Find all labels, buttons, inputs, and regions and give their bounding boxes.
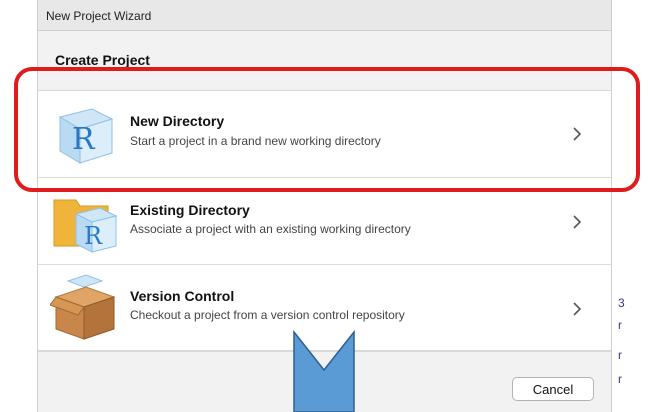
- chevron-right-icon: [573, 127, 582, 141]
- svg-text:R: R: [72, 122, 96, 157]
- side-mark: r: [618, 318, 622, 332]
- chevron-right-icon: [573, 302, 582, 316]
- window-title: New Project Wizard: [46, 9, 152, 23]
- option-description: Checkout a project from a version contro…: [130, 308, 405, 322]
- option-existing-directory[interactable]: R Existing Directory Associate a project…: [38, 178, 611, 265]
- side-mark: r: [618, 348, 622, 362]
- cancel-button[interactable]: Cancel: [512, 377, 594, 401]
- option-description: Associate a project with an existing wor…: [130, 222, 411, 236]
- folder-r-icon: R: [53, 199, 118, 253]
- dialog-titlebar: New Project Wizard: [38, 0, 611, 31]
- side-mark: 3: [618, 296, 625, 310]
- option-title: New Directory: [130, 113, 225, 129]
- chevron-right-icon: [573, 215, 582, 229]
- svg-text:R: R: [84, 222, 103, 250]
- option-title: Existing Directory: [130, 202, 250, 218]
- project-type-list: R New Directory Start a project in a bra…: [38, 90, 611, 352]
- package-box-icon: [50, 274, 116, 340]
- option-description: Start a project in a brand new working d…: [130, 134, 381, 148]
- down-arrow-annotation: [293, 330, 355, 412]
- r-cube-icon: R: [58, 108, 114, 164]
- option-new-directory[interactable]: R New Directory Start a project in a bra…: [38, 91, 611, 178]
- section-title: Create Project: [55, 52, 150, 68]
- option-title: Version Control: [130, 288, 235, 304]
- side-mark: r: [618, 372, 622, 386]
